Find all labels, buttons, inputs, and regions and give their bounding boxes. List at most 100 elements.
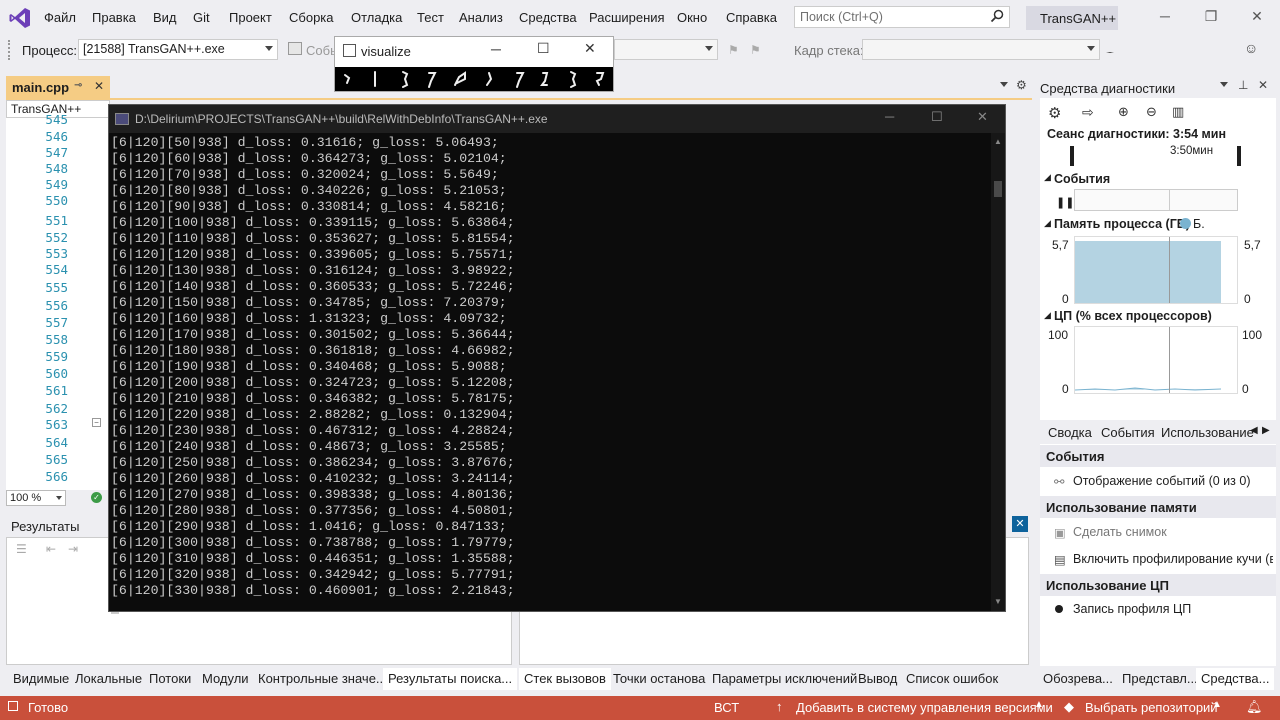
expand-arrow-icon[interactable]: ◢ [1044, 310, 1051, 321]
tab-solution-explorer[interactable]: Обозрева... [1038, 668, 1118, 690]
tab-output[interactable]: Вывод [853, 668, 902, 690]
pin-icon[interactable]: ⊸ [74, 80, 82, 91]
tab-main-cpp[interactable]: main.cpp ⊸ ✕ [6, 76, 110, 98]
menu-extensions[interactable]: Расширения [589, 10, 665, 25]
tab-scroll-right-icon[interactable]: ▶ [1262, 425, 1270, 436]
chevron-up-icon[interactable]: ▲ [1212, 699, 1222, 710]
pin-icon[interactable]: ⊥ [1238, 78, 1248, 92]
timeline-start-marker[interactable] [1070, 146, 1074, 166]
menu-file[interactable]: Файл [44, 10, 76, 25]
maximize-icon[interactable]: ☐ [931, 109, 943, 125]
zoom-out-icon[interactable]: ⊖ [1146, 104, 1157, 120]
select-repository[interactable]: Выбрать репозиторий [1085, 700, 1218, 715]
expand-arrow-icon[interactable]: ◢ [1044, 172, 1051, 183]
tab-usage[interactable]: Использование [1161, 425, 1254, 440]
code-editor[interactable]: 545 546 547 548 549 550 551 552 553 554 … [6, 112, 110, 490]
tab-scroll-left-icon[interactable]: ◀ [1250, 425, 1258, 436]
menu-help[interactable]: Справка [726, 10, 777, 25]
pause-icon[interactable]: ❚❚ [1056, 196, 1074, 209]
thread-select[interactable] [614, 39, 718, 60]
tab-list-dropdown-icon[interactable] [1000, 82, 1008, 88]
scroll-thumb[interactable] [994, 181, 1002, 197]
scroll-down-icon[interactable]: ▼ [994, 597, 1002, 606]
tab-summary[interactable]: Сводка [1048, 425, 1092, 440]
minimize-icon[interactable]: ─ [885, 109, 894, 124]
collapse-icon[interactable]: − [92, 418, 101, 427]
menu-debug[interactable]: Отладка [351, 10, 402, 25]
take-snapshot-button[interactable]: Сделать снимок [1073, 525, 1167, 539]
events-timeline[interactable] [1074, 189, 1238, 211]
search-icon[interactable] [990, 9, 1004, 23]
tab-threads[interactable]: Потоки [144, 668, 196, 690]
menu-build[interactable]: Сборка [289, 10, 334, 25]
tab-call-stack[interactable]: Стек вызовов [519, 668, 611, 690]
tab-modules[interactable]: Модули [197, 668, 254, 690]
flag-icon[interactable]: ⚑ [728, 43, 740, 57]
tab-exception-settings[interactable]: Параметры исключений [707, 668, 862, 690]
tab-events[interactable]: События [1101, 425, 1155, 440]
expand-arrow-icon[interactable]: ◢ [1044, 218, 1051, 229]
scroll-up-icon[interactable]: ▲ [994, 137, 1002, 146]
visualize-window[interactable]: visualize ─ ☐ ✕ [334, 36, 614, 92]
restore-icon[interactable]: ❐ [1202, 8, 1220, 26]
notifications-icon[interactable]: 🔔︎ [1246, 699, 1263, 715]
gear-icon[interactable]: ⚙ [1016, 78, 1027, 92]
console-scrollbar[interactable]: ▲ ▼ [991, 133, 1005, 611]
close-icon[interactable]: ✕ [1248, 8, 1266, 26]
maximize-icon[interactable]: ☐ [537, 40, 550, 57]
enable-heap-profiling-button[interactable]: Включить профилирование кучи (вл [1073, 552, 1273, 566]
minimize-icon[interactable]: ─ [491, 41, 501, 57]
tab-find-results[interactable]: Результаты поиска... [383, 668, 518, 690]
minimize-icon[interactable]: ─ [1156, 8, 1174, 26]
add-to-source-control[interactable]: Добавить в систему управления версиями [796, 700, 1053, 715]
record-cpu-profile-button[interactable]: Запись профиля ЦП [1073, 602, 1191, 616]
search-input[interactable]: Поиск (Ctrl+Q) [794, 6, 1010, 28]
bar-chart-icon[interactable]: ▥ [1172, 104, 1184, 120]
console-title-bar[interactable]: D:\Delirium\PROJECTS\TransGAN++\build\Re… [109, 105, 1005, 133]
close-icon[interactable]: ✕ [977, 109, 988, 125]
close-icon[interactable]: ✕ [1258, 78, 1268, 92]
show-events-link[interactable]: Отображение событий (0 из 0) [1073, 474, 1250, 488]
tab-breakpoints[interactable]: Точки останова [608, 668, 710, 690]
menu-window[interactable]: Окно [677, 10, 707, 25]
toolbar-grip[interactable] [8, 40, 14, 60]
menu-project[interactable]: Проект [229, 10, 272, 25]
menu-test[interactable]: Тест [417, 10, 444, 25]
settings-icon[interactable]: ⚙ [1048, 104, 1061, 122]
zoom-in-icon[interactable]: ⊕ [1118, 104, 1129, 120]
menu-analyze[interactable]: Анализ [459, 10, 503, 25]
chevron-down-icon[interactable] [1220, 82, 1228, 87]
tab-watch[interactable]: Контрольные значе... [253, 668, 392, 690]
tab-locals[interactable]: Локальные [70, 668, 147, 690]
timeline-end-marker[interactable] [1237, 146, 1241, 166]
flag-threads-icon[interactable]: ⚑ [750, 43, 762, 57]
menu-edit[interactable]: Правка [92, 10, 136, 25]
export-icon[interactable]: ⇨ [1082, 104, 1094, 121]
menu-git[interactable]: Git [193, 10, 210, 25]
list-icon[interactable]: ☰ [16, 542, 27, 556]
prev-result-icon[interactable]: ⇤ [46, 542, 56, 556]
tab-autos[interactable]: Видимые [8, 668, 74, 690]
cpu-chart[interactable] [1074, 326, 1238, 394]
next-result-icon[interactable]: ⇥ [68, 542, 78, 556]
feedback-icon[interactable]: ☺ [1244, 40, 1260, 56]
close-icon[interactable]: ✕ [584, 40, 596, 57]
zoom-select[interactable]: 100 % [6, 490, 66, 506]
close-panel-icon[interactable]: ✕ [1012, 516, 1028, 532]
lifecycle-events-icon[interactable] [288, 42, 302, 55]
toolbar-overflow-icon[interactable] [1106, 52, 1114, 58]
insert-mode[interactable]: ВСТ [714, 700, 739, 715]
close-tab-icon[interactable]: ✕ [94, 79, 104, 93]
visual-studio-logo-icon[interactable] [8, 6, 32, 30]
menu-tools[interactable]: Средства [519, 10, 577, 25]
no-issues-icon[interactable]: ✓ [91, 492, 102, 503]
tab-diagnostic-tools[interactable]: Средства... [1196, 668, 1275, 690]
console-window[interactable]: D:\Delirium\PROJECTS\TransGAN++\build\Re… [108, 104, 1006, 614]
tab-class-view[interactable]: Представл... [1117, 668, 1203, 690]
process-select[interactable]: [21588] TransGAN++.exe [78, 39, 278, 60]
stack-frame-select[interactable] [862, 39, 1100, 60]
tab-error-list[interactable]: Список ошибок [901, 668, 1003, 690]
chevron-up-icon[interactable]: ▲ [1034, 699, 1044, 710]
memory-chart[interactable] [1074, 236, 1238, 304]
menu-view[interactable]: Вид [153, 10, 177, 25]
